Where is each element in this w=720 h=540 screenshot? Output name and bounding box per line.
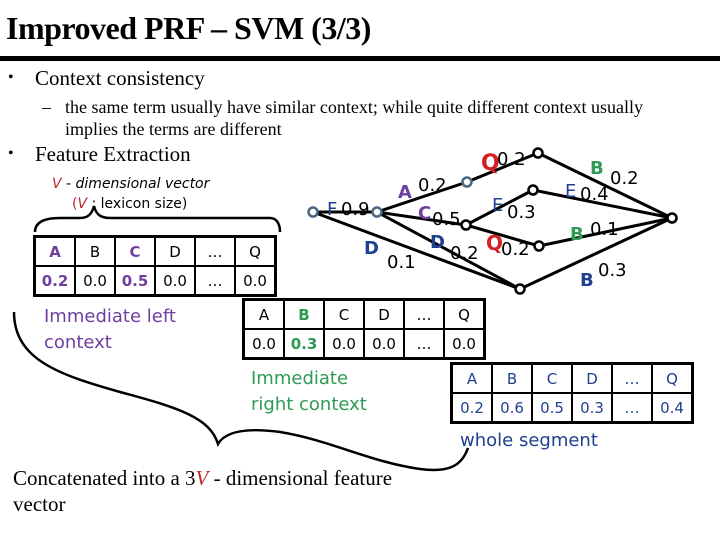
var-v: V (195, 466, 209, 490)
vector-header-cell: A (242, 298, 285, 330)
edge-symbol: D (364, 238, 379, 259)
vector-header-cell: D (154, 235, 196, 267)
right-context-vector: A B C D… Q 0.0 0.3 0.0 0.0… 0.0 (242, 298, 486, 360)
vector-value-cell: 0.0 (323, 328, 365, 360)
lattice-node-start (307, 206, 319, 218)
lattice-node (460, 219, 472, 231)
edge-symbol: F (327, 199, 337, 220)
edge-symbol: D (430, 232, 445, 253)
vector-header-row: A B C D… Q (450, 362, 694, 394)
caption-text: Concatenated into a 3 (13, 466, 196, 490)
whole-segment-vector: A B C D… Q 0.2 0.6 0.5 0.3… 0.4 (450, 362, 694, 424)
vector-header-cell: A (33, 235, 76, 267)
vector-header-cell: … (194, 235, 236, 267)
vector-header-cell: Q (651, 362, 694, 394)
vector-value-cell: 0.6 (491, 392, 533, 424)
edge-weight: 0.4 (580, 184, 609, 205)
vector-value-cell: 0.0 (154, 265, 196, 297)
vector-value-cell: 0.0 (443, 328, 486, 360)
vector-value-cell: 0.0 (234, 265, 277, 297)
vector-value-cell: … (403, 328, 445, 360)
vector-header-cell: Q (443, 298, 486, 330)
vector-header-cell: A (450, 362, 493, 394)
vector-header-cell: Q (234, 235, 277, 267)
lattice-node (461, 176, 473, 188)
lattice-node (371, 206, 383, 218)
lattice-node (532, 147, 544, 159)
vector-header-row: A B C D… Q (33, 235, 277, 267)
label-line: right context (251, 394, 367, 415)
vector-header-cell: B (491, 362, 533, 394)
edge-symbol: B (580, 270, 594, 291)
edge-symbol: E (492, 195, 503, 216)
vector-header-cell: C (531, 362, 573, 394)
vector-header-cell: … (611, 362, 653, 394)
vector-value-row: 0.2 0.0 0.5 0.0… 0.0 (33, 265, 277, 297)
left-context-vector: A B C D… Q 0.2 0.0 0.5 0.0… 0.0 (33, 235, 277, 297)
vector-value-cell: 0.0 (74, 265, 116, 297)
edge-symbol: B (570, 224, 584, 245)
label-line: context (44, 332, 112, 353)
edge-symbol: C (418, 203, 431, 224)
vector-value-cell: 0.5 (531, 392, 573, 424)
vector-header-cell: B (74, 235, 116, 267)
edge-weight: 0.3 (598, 260, 627, 281)
lattice-node (527, 184, 539, 196)
vector-header-row: A B C D… Q (242, 298, 486, 330)
label-line: Immediate left (44, 306, 176, 327)
edge-weight: 0.2 (501, 239, 530, 260)
vector-value-row: 0.2 0.6 0.5 0.3… 0.4 (450, 392, 694, 424)
vector-value-cell: 0.5 (114, 265, 156, 297)
edge-weight: 0.1 (590, 219, 619, 240)
left-context-label: Immediate left context (44, 304, 176, 356)
vector-value-cell: 0.2 (450, 392, 493, 424)
edge-weight: 0.1 (387, 252, 416, 273)
edge-weight: 0.9 (341, 199, 370, 220)
vector-header-cell: D (571, 362, 613, 394)
label-line: Immediate (251, 368, 349, 389)
right-context-label: Immediate right context (251, 366, 367, 418)
vector-value-cell: 0.0 (363, 328, 405, 360)
top-brace (33, 205, 282, 233)
edge-symbol: E (565, 181, 576, 202)
vector-value-cell: 0.3 (571, 392, 613, 424)
edge-weight: 0.2 (610, 168, 639, 189)
vector-header-cell: … (403, 298, 445, 330)
vector-header-cell: C (323, 298, 365, 330)
edge-weight: 0.2 (450, 243, 479, 264)
lattice-node-end (666, 212, 678, 224)
vector-header-cell: D (363, 298, 405, 330)
vector-value-cell: 0.4 (651, 392, 694, 424)
lattice-node (514, 283, 526, 295)
vector-value-cell: 0.2 (33, 265, 76, 297)
vector-header-cell: C (114, 235, 156, 267)
edge-weight: 0.2 (418, 175, 447, 196)
vector-value-cell: 0.0 (242, 328, 285, 360)
edge-weight: 0.2 (497, 149, 526, 170)
vector-header-cell: B (283, 298, 325, 330)
edge-symbol: A (398, 182, 412, 203)
lattice-node (533, 240, 545, 252)
vector-value-cell: … (611, 392, 653, 424)
vector-value-cell: … (194, 265, 236, 297)
edge-weight: 0.5 (432, 209, 461, 230)
vector-value-row: 0.0 0.3 0.0 0.0… 0.0 (242, 328, 486, 360)
concatenation-caption: Concatenated into a 3V - dimensional fea… (13, 465, 433, 517)
edge-weight: 0.3 (507, 202, 536, 223)
vector-value-cell: 0.3 (283, 328, 325, 360)
whole-segment-label: whole segment (460, 430, 598, 451)
edge-symbol: B (590, 158, 604, 179)
